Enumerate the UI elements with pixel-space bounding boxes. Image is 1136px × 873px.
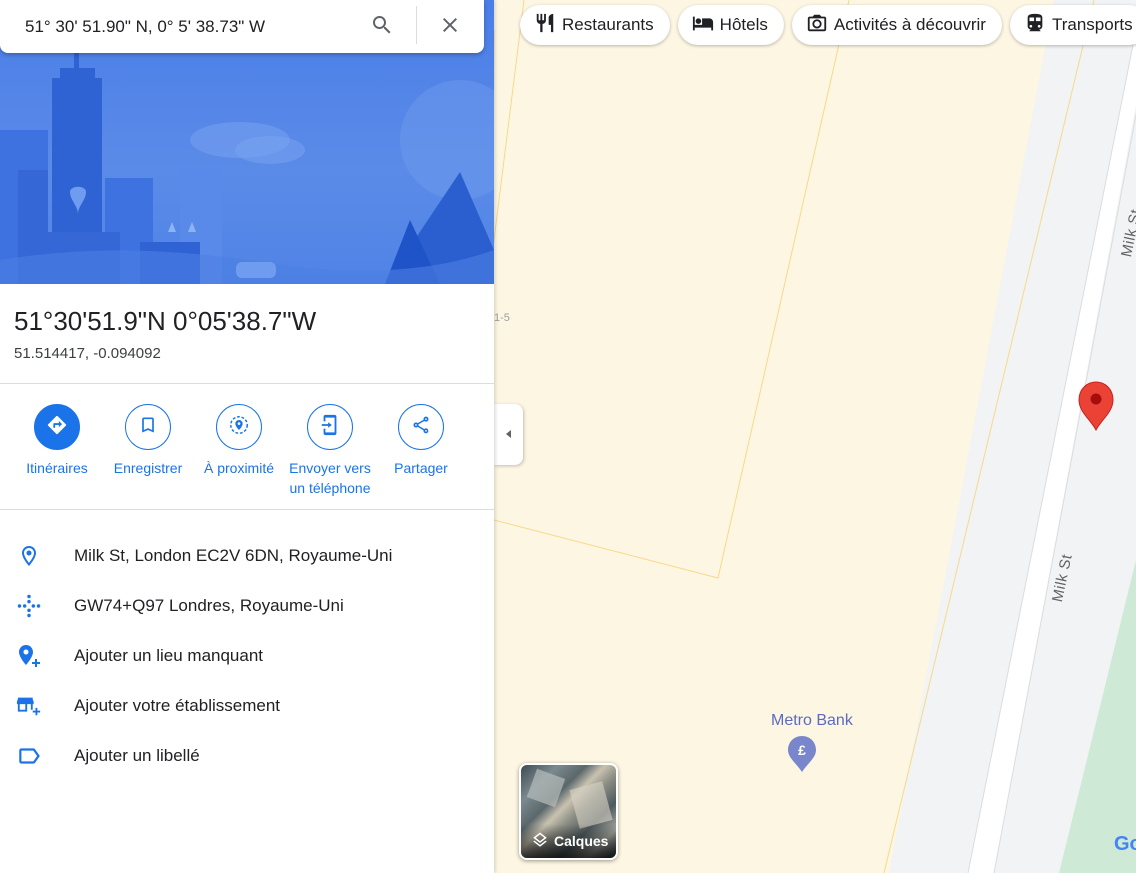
- share-icon: [411, 415, 431, 440]
- poi-label-metro-bank[interactable]: Metro Bank: [771, 712, 853, 730]
- action-label-line2: un téléphone: [289, 480, 371, 496]
- add-place-text: Ajouter un lieu manquant: [74, 646, 264, 665]
- action-label: Itinéraires: [26, 460, 88, 476]
- transit-icon: [1024, 12, 1052, 39]
- action-label-line1: Envoyer vers: [289, 460, 371, 476]
- add-place-icon: [16, 643, 42, 669]
- search-icon: [370, 13, 394, 42]
- send-to-phone-icon: [319, 414, 341, 441]
- info-row-address[interactable]: Milk St, London EC2V 6DN, Royaume-Uni: [0, 530, 494, 580]
- google-logo: Go: [1114, 833, 1136, 855]
- action-label: À proximité: [203, 460, 275, 476]
- location-pin-icon: [16, 543, 42, 569]
- side-panel: 51°30'51.9"N 0°05'38.7"W 51.514417, -0.0…: [0, 0, 494, 873]
- nearby-button[interactable]: À proximité: [189, 404, 289, 478]
- directions-icon: [46, 414, 68, 441]
- search-divider: [416, 6, 417, 44]
- place-title: 51°30'51.9"N 0°05'38.7"W: [14, 306, 317, 336]
- info-row-add-business[interactable]: Ajouter votre établissement: [0, 680, 494, 730]
- action-label: Partager: [394, 460, 448, 476]
- search-button[interactable]: [364, 9, 400, 45]
- map-background: £: [494, 0, 1136, 873]
- camera-icon: [806, 12, 834, 39]
- chip-label: Hôtels: [719, 15, 768, 34]
- search-box: [0, 0, 484, 53]
- layers-label: Calques: [554, 833, 609, 849]
- close-icon: [438, 13, 462, 42]
- bookmark-icon: [138, 415, 158, 440]
- layers-button[interactable]: Calques: [519, 763, 618, 860]
- chip-label: Restaurants: [562, 15, 654, 34]
- add-label-text: Ajouter un libellé: [74, 746, 200, 765]
- chip-restaurants[interactable]: Restaurants: [520, 5, 670, 45]
- hotel-icon: [692, 12, 720, 39]
- address-number: 1-5: [494, 312, 510, 324]
- directions-button[interactable]: Itinéraires: [7, 404, 107, 478]
- caret-left-icon: [504, 426, 514, 444]
- plus-code-icon: [16, 593, 42, 619]
- svg-text:£: £: [798, 742, 806, 758]
- save-button[interactable]: Enregistrer: [98, 404, 198, 478]
- info-row-add-place[interactable]: Ajouter un lieu manquant: [0, 630, 494, 680]
- address-text: Milk St, London EC2V 6DN, Royaume-Uni: [74, 546, 393, 565]
- place-coordinates: 51.514417, -0.094092: [14, 345, 161, 362]
- layers-icon: [531, 831, 554, 852]
- info-row-plus-code[interactable]: GW74+Q97 Londres, Royaume-Uni: [0, 580, 494, 630]
- action-label: Enregistrer: [113, 460, 183, 476]
- share-button[interactable]: Partager: [371, 404, 471, 478]
- add-business-icon: [16, 693, 42, 719]
- chip-transit[interactable]: Transports: [1009, 5, 1136, 45]
- send-to-phone-button[interactable]: Envoyer vers un téléphone: [280, 404, 380, 498]
- restaurant-icon: [534, 12, 562, 39]
- chip-hotels[interactable]: Hôtels: [677, 5, 784, 45]
- divider: [0, 509, 494, 510]
- category-chips: Restaurants Hôtels Activités à découvrir…: [520, 5, 1136, 45]
- map-canvas[interactable]: £ 1-5 Milk St Milk St Metro Bank Go: [494, 0, 1136, 873]
- chip-label: Activités à découvrir: [833, 15, 986, 34]
- collapse-panel-button[interactable]: [494, 404, 523, 465]
- search-input[interactable]: [0, 6, 340, 47]
- plus-code-text: GW74+Q97 Londres, Royaume-Uni: [74, 596, 344, 615]
- info-row-add-label[interactable]: Ajouter un libellé: [0, 730, 494, 780]
- add-business-text: Ajouter votre établissement: [74, 696, 280, 715]
- divider: [0, 383, 494, 384]
- clear-search-button[interactable]: [432, 9, 468, 45]
- chip-activities[interactable]: Activités à découvrir: [791, 5, 1002, 45]
- label-icon: [16, 743, 42, 769]
- chip-label: Transports: [1051, 15, 1133, 34]
- nearby-icon: [228, 414, 250, 441]
